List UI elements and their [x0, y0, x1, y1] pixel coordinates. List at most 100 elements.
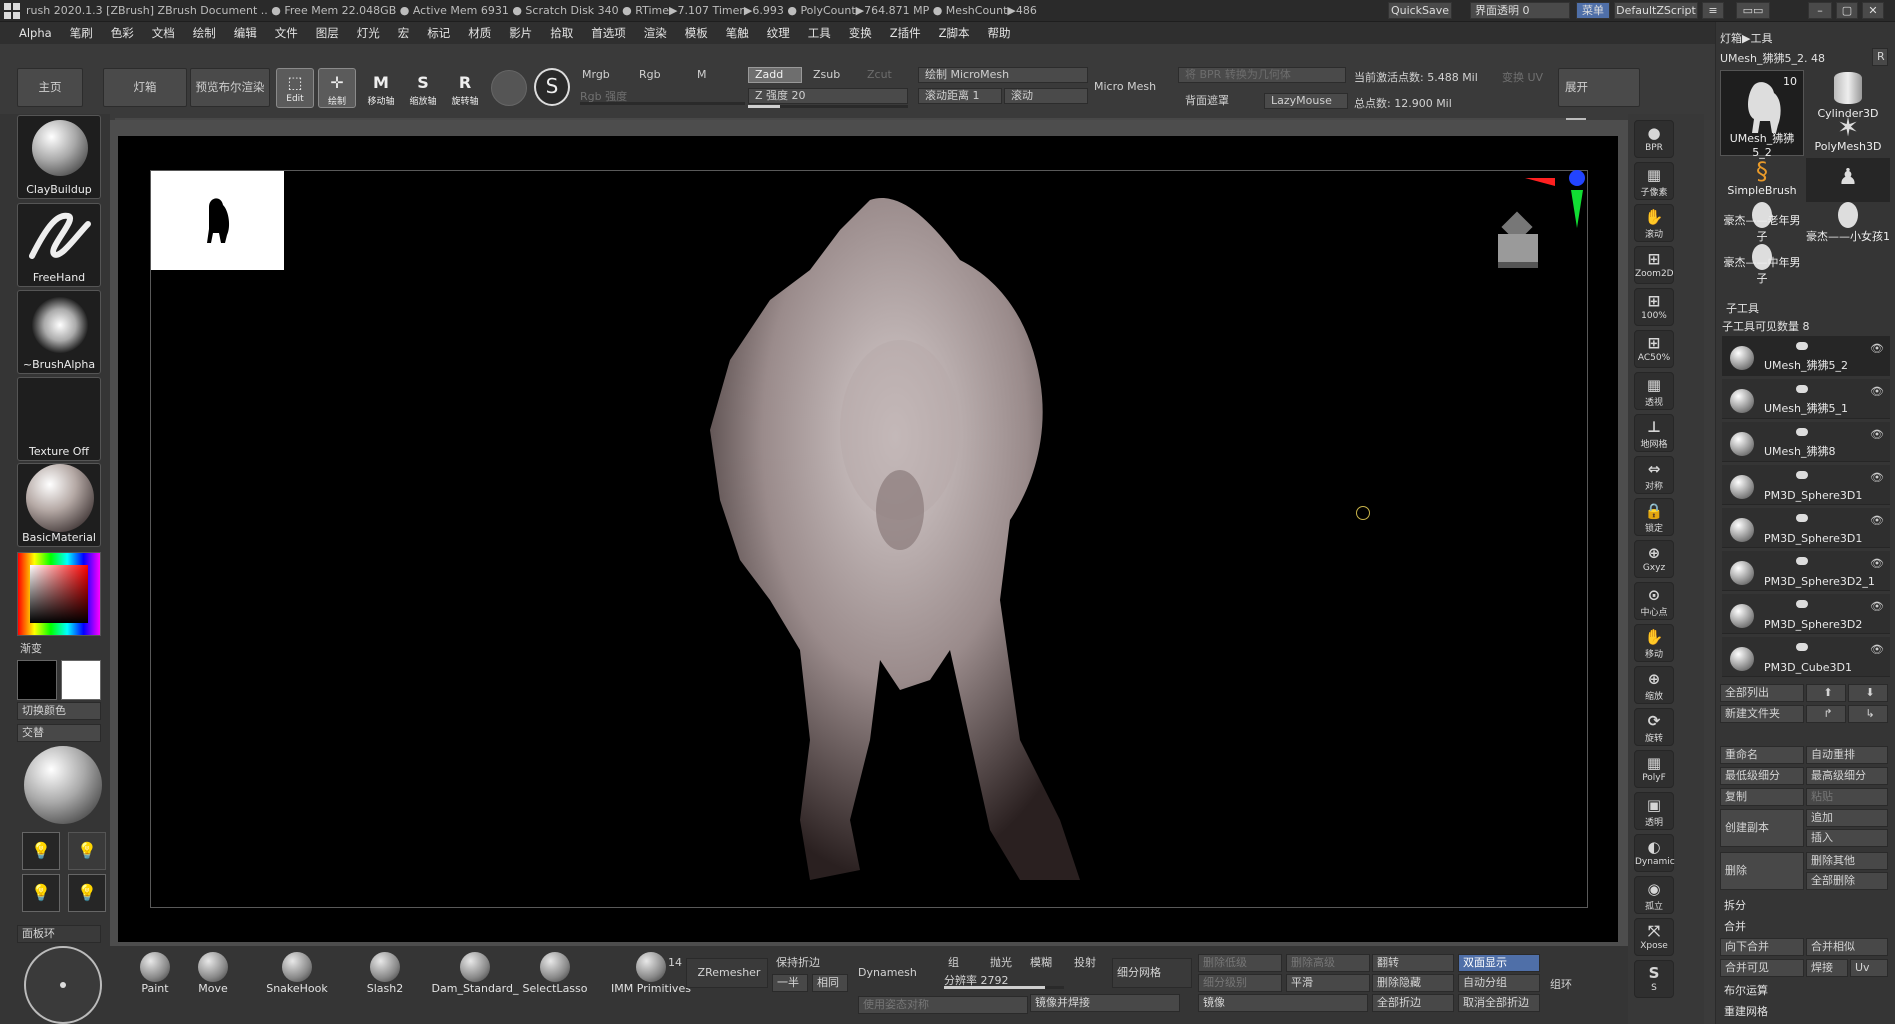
- uv-button[interactable]: Uv: [1850, 959, 1888, 977]
- subtool-toggle[interactable]: [1796, 643, 1808, 651]
- menu-item[interactable]: Z脚本: [939, 25, 970, 41]
- eye-icon[interactable]: 👁: [1870, 428, 1884, 441]
- menu-item[interactable]: 材质: [468, 25, 491, 41]
- subtool-item[interactable]: 👁 UMesh_狒狒5_2: [1722, 336, 1890, 376]
- delete-other-button[interactable]: 删除其他: [1806, 852, 1888, 870]
- merge-down-button[interactable]: 向下合并: [1720, 938, 1804, 956]
- tool-thumb-old-man[interactable]: 豪杰——老年男子: [1720, 200, 1804, 244]
- highest-subdiv-button[interactable]: 最高级细分: [1806, 767, 1888, 785]
- arrow-icon[interactable]: ↳: [1848, 705, 1888, 723]
- menu-item[interactable]: 拾取: [550, 25, 573, 41]
- tool-thumb-cylinder[interactable]: Cylinder3D: [1806, 70, 1890, 120]
- primary-color-swatch[interactable]: [17, 660, 57, 700]
- split-section[interactable]: 拆分: [1724, 897, 1746, 913]
- stroke-selector[interactable]: FreeHand: [17, 203, 101, 287]
- menu-item[interactable]: 色彩: [111, 25, 134, 41]
- merge-section[interactable]: 合并: [1724, 918, 1746, 934]
- menu-item[interactable]: 文件: [275, 25, 298, 41]
- flip-button[interactable]: 翻转: [1372, 954, 1454, 972]
- merge-visible-button[interactable]: 合并可见: [1720, 959, 1804, 977]
- minimize-icon[interactable]: –: [1808, 2, 1832, 19]
- boolean-section[interactable]: 布尔运算: [1724, 982, 1768, 998]
- gradient-label[interactable]: 渐变: [20, 640, 42, 656]
- project-toggle[interactable]: 投射: [1074, 954, 1096, 970]
- eye-icon[interactable]: 👁: [1870, 385, 1884, 398]
- lazymouse-toggle[interactable]: LazyMouse: [1264, 93, 1348, 109]
- dynamesh-button[interactable]: Dynamesh: [858, 966, 917, 979]
- eye-icon[interactable]: 👁: [1870, 471, 1884, 484]
- menu-item[interactable]: 编辑: [234, 25, 257, 41]
- baboon-sculpt[interactable]: [700, 180, 1120, 900]
- brush-shortcut[interactable]: Move: [178, 950, 248, 996]
- subtool-item[interactable]: 👁 UMesh_狒狒5_1: [1722, 379, 1890, 419]
- subtool-toggle[interactable]: [1796, 342, 1808, 350]
- brush-shortcut[interactable]: IMM Primitives: [606, 950, 696, 996]
- dynamic-icon[interactable]: S: [534, 68, 570, 106]
- light-icon[interactable]: 💡: [22, 874, 60, 912]
- menu-item[interactable]: 变换: [849, 25, 872, 41]
- weld-button[interactable]: 焊接: [1806, 959, 1848, 977]
- mrgb-toggle[interactable]: Mrgb: [575, 67, 627, 83]
- rotate-tool[interactable]: R 旋转轴: [446, 68, 484, 108]
- view-control-button[interactable]: ⇔ 对称: [1634, 456, 1674, 494]
- draw-micromesh-button[interactable]: 绘制 MicroMesh: [918, 67, 1088, 83]
- same-button[interactable]: 相同: [812, 974, 848, 992]
- default-zscript-button[interactable]: DefaultZScript: [1614, 2, 1698, 19]
- delete-higher-button[interactable]: 删除高级: [1286, 954, 1370, 972]
- view-control-button[interactable]: ⊕ Gxyz: [1634, 540, 1674, 578]
- light-icon[interactable]: 💡: [22, 832, 60, 870]
- subtool-toggle[interactable]: [1796, 428, 1808, 436]
- home-button[interactable]: 主页: [17, 68, 83, 107]
- eye-icon[interactable]: 👁: [1870, 514, 1884, 527]
- tool-thumb-girl[interactable]: 豪杰——小女孩1: [1806, 200, 1890, 244]
- mirror-button[interactable]: 镜像: [1198, 994, 1368, 1012]
- menu-item[interactable]: 影片: [509, 25, 532, 41]
- view-control-button[interactable]: ⤧ Xpose: [1634, 918, 1674, 956]
- visible-subtool-count[interactable]: 子工具可见数量 8: [1722, 318, 1810, 334]
- layout-icon[interactable]: ≡: [1702, 2, 1724, 19]
- menu-item[interactable]: 工具: [808, 25, 831, 41]
- window-icons[interactable]: ▭▭: [1736, 2, 1770, 19]
- subtool-item[interactable]: 👁 PM3D_Sphere3D2: [1722, 594, 1890, 634]
- double-sided-toggle[interactable]: 双面显示: [1458, 954, 1540, 972]
- micromesh-button[interactable]: Micro Mesh: [1094, 80, 1156, 93]
- view-control-button[interactable]: ⟳ 旋转: [1634, 708, 1674, 746]
- menu-item[interactable]: 灯光: [357, 25, 380, 41]
- scroll-distance-slider[interactable]: 滚动距离 1: [918, 88, 1002, 104]
- backface-mask-toggle[interactable]: 背面遮罩: [1178, 93, 1258, 109]
- menu-item[interactable]: 笔触: [726, 25, 749, 41]
- switch-color-button[interactable]: 切换颜色: [17, 702, 101, 720]
- insert-button[interactable]: 插入: [1806, 829, 1888, 847]
- new-folder-button[interactable]: 新建文件夹: [1720, 705, 1804, 723]
- merge-similar-button[interactable]: 合并相似: [1806, 938, 1888, 956]
- view-control-button[interactable]: SS: [1634, 960, 1674, 998]
- rgb-toggle[interactable]: Rgb: [632, 67, 684, 83]
- view-control-button[interactable]: ⊞ 100%: [1634, 288, 1674, 326]
- subtool-header[interactable]: 子工具: [1726, 300, 1759, 316]
- tray-button[interactable]: 面板环: [17, 925, 101, 943]
- auto-groups-button[interactable]: 自动分组: [1458, 974, 1540, 992]
- auto-reorder-button[interactable]: 自动重排: [1806, 746, 1888, 764]
- view-control-button[interactable]: ⊞ Zoom2D: [1634, 246, 1674, 284]
- menu-item[interactable]: 渲染: [644, 25, 667, 41]
- subdiv-level-slider[interactable]: 细分级别: [1198, 974, 1282, 992]
- group-loops-button[interactable]: 组环: [1550, 976, 1572, 992]
- mirror-weld-button[interactable]: 镜像并焊接: [1030, 994, 1180, 1012]
- view-control-button[interactable]: ▦ PolyF: [1634, 750, 1674, 788]
- view-control-button[interactable]: ▦ 透视: [1634, 372, 1674, 410]
- delete-lower-button[interactable]: 删除低级: [1198, 954, 1282, 972]
- menu-item[interactable]: 宏: [398, 25, 410, 41]
- interface-transparency-slider[interactable]: 界面透明 0: [1470, 2, 1570, 19]
- subtool-item[interactable]: 👁 UMesh_狒狒8: [1722, 422, 1890, 462]
- menu-item[interactable]: 首选项: [591, 25, 626, 41]
- menu-item[interactable]: Z插件: [890, 25, 921, 41]
- subtool-item[interactable]: 👁 PM3D_Cube3D1: [1722, 637, 1890, 677]
- scale-tool[interactable]: S 缩放轴: [404, 68, 442, 108]
- view-control-button[interactable]: ▦ 子像素: [1634, 162, 1674, 200]
- copy-button[interactable]: 复制: [1720, 788, 1804, 806]
- brush-selector[interactable]: ClayBuildup: [17, 115, 101, 199]
- move-up-icon[interactable]: ⬆: [1806, 684, 1846, 702]
- eye-icon[interactable]: 👁: [1870, 600, 1884, 613]
- tool-thumb-middle-man[interactable]: 豪杰——中年男子: [1720, 242, 1804, 286]
- eye-icon[interactable]: 👁: [1870, 643, 1884, 656]
